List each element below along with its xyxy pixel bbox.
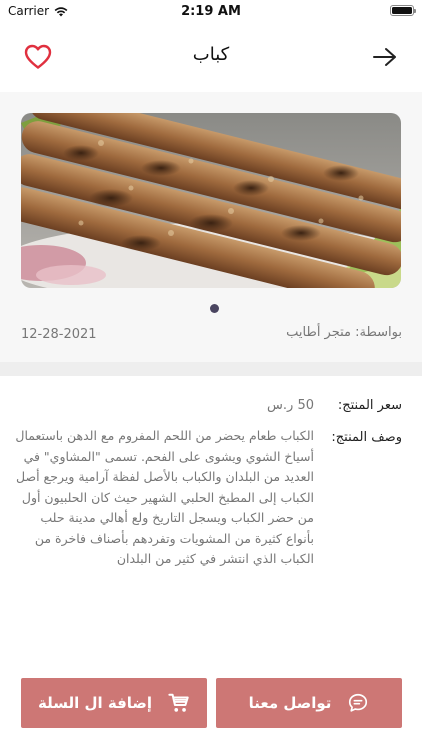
description-label: وصف المنتج: [331, 430, 402, 445]
cart-icon [168, 693, 189, 712]
price-label: سعر المنتج: [337, 398, 402, 413]
price-value: 50 ر.س [267, 398, 314, 413]
status-time: 2:19 AM [181, 4, 241, 19]
status-bar: Carrier 2:19 AM [0, 0, 422, 22]
battery-icon [390, 5, 416, 16]
add-to-cart-button[interactable]: إضافة ال السلة [21, 678, 207, 728]
nav-bar: كباب [0, 22, 422, 92]
contact-label: تواصل معنا [248, 694, 332, 712]
page-title: كباب [192, 44, 230, 65]
page-indicator-dot[interactable] [210, 304, 219, 313]
store-name: بواسطة: متجر أطايب [286, 325, 402, 340]
chat-icon [349, 693, 368, 712]
description-text: الكباب طعام يحضر من اللحم المفروم مع الد… [15, 428, 314, 566]
product-details: سعر المنتج: 50 ر.س وصف المنتج: الكباب طع… [0, 376, 422, 676]
add-to-cart-label: إضافة ال السلة [37, 694, 153, 712]
product-date: 12-28-2021 [21, 327, 97, 342]
section-divider [0, 362, 422, 376]
product-image[interactable] [21, 113, 401, 288]
arrow-right-icon[interactable] [372, 46, 398, 68]
product-content: بواسطة: متجر أطايب 12-28-2021 سعر المنتج… [0, 92, 422, 750]
contact-button[interactable]: تواصل معنا [216, 678, 402, 728]
